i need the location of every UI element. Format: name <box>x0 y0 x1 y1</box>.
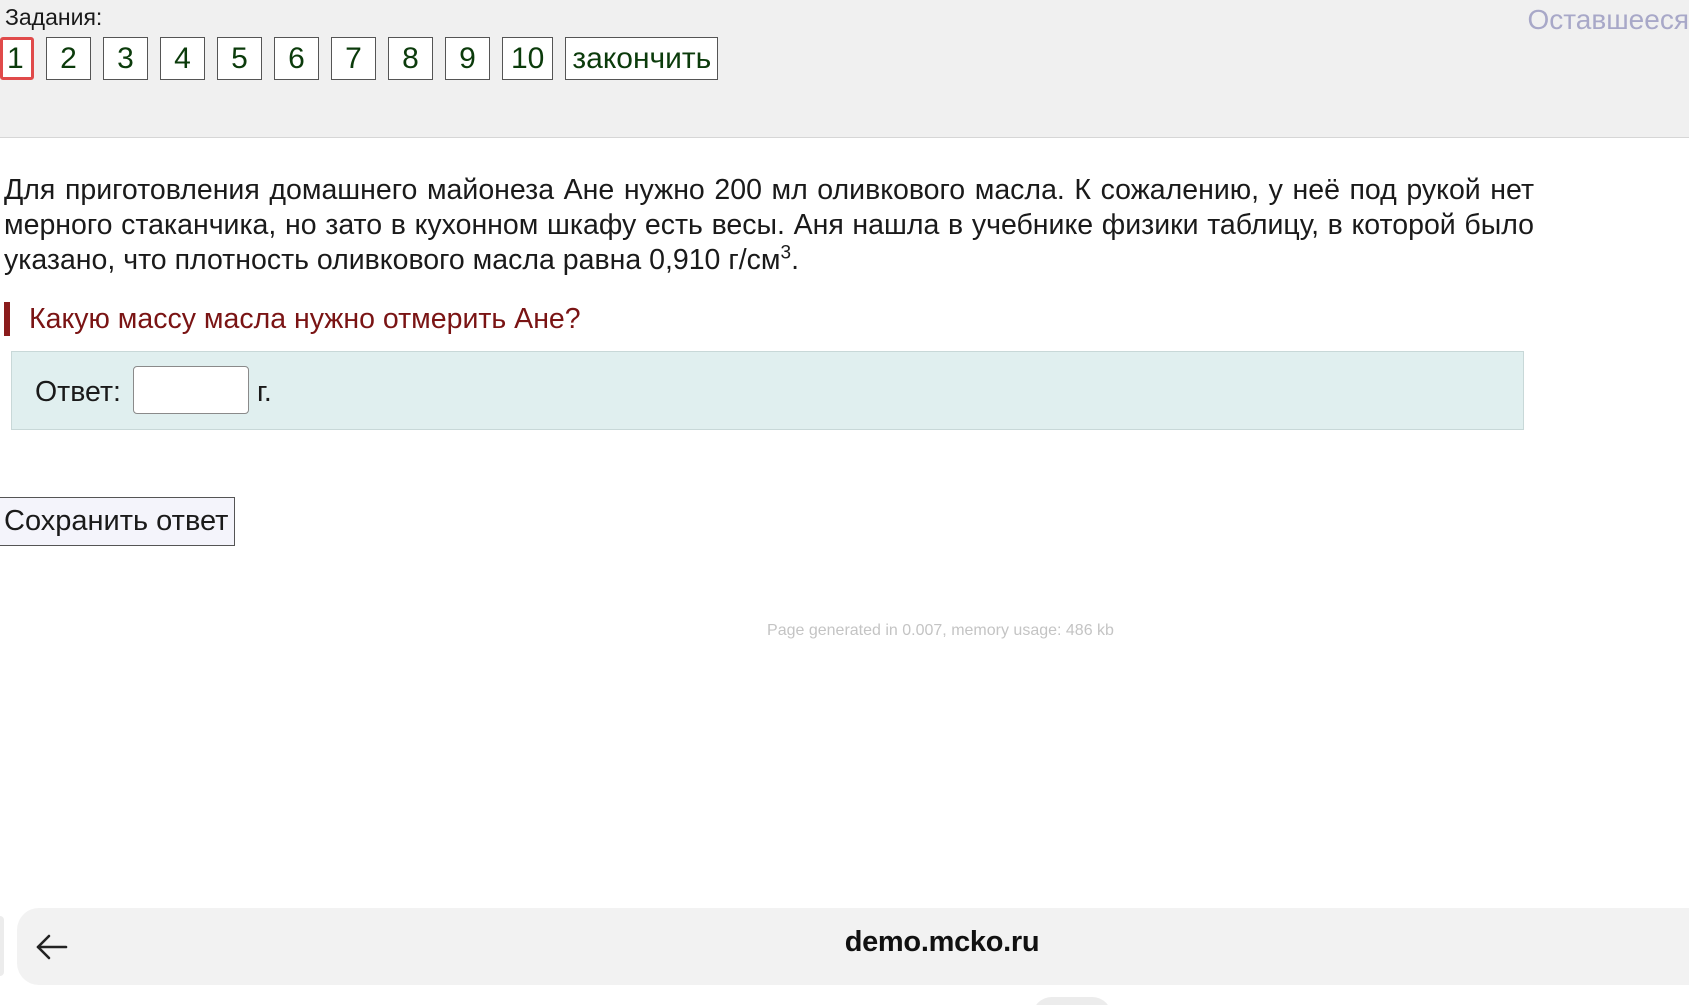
task-bar: Задания: Оставшееся 1 2 3 4 5 6 7 8 9 10… <box>0 0 1689 138</box>
page-generated-note: Page generated in 0.007, memory usage: 4… <box>767 622 1114 639</box>
task-navigation: 1 2 3 4 5 6 7 8 9 10 закончить <box>0 37 719 80</box>
remaining-time-label: Оставшееся <box>1527 4 1689 35</box>
question-prompt: Какую массу масла нужно отмерить Ане? <box>4 302 581 336</box>
task-button-1[interactable]: 1 <box>0 37 34 80</box>
task-button-3[interactable]: 3 <box>103 37 148 80</box>
question-superscript: 3 <box>780 242 792 264</box>
task-button-4[interactable]: 4 <box>160 37 205 80</box>
answer-unit: г. <box>257 376 272 408</box>
task-button-9[interactable]: 9 <box>445 37 490 80</box>
question-text: Для приготовления домашнего майонеза Ане… <box>4 173 1534 278</box>
task-button-6[interactable]: 6 <box>274 37 319 80</box>
answer-input[interactable] <box>133 366 249 414</box>
question-end: . <box>791 244 799 276</box>
tasks-label: Задания: <box>5 4 103 30</box>
answer-label: Ответ: <box>35 376 121 408</box>
task-button-5[interactable]: 5 <box>217 37 262 80</box>
answer-box: Ответ: г. <box>11 351 1524 430</box>
task-button-8[interactable]: 8 <box>388 37 433 80</box>
question-body: Для приготовления домашнего майонеза Ане… <box>4 174 1534 276</box>
finish-button[interactable]: закончить <box>565 37 719 80</box>
task-button-7[interactable]: 7 <box>331 37 376 80</box>
task-button-2[interactable]: 2 <box>46 37 91 80</box>
browser-url[interactable]: demo.mcko.ru <box>0 926 1689 959</box>
save-answer-button[interactable]: Сохранить ответ <box>0 497 236 546</box>
task-button-10[interactable]: 10 <box>502 37 554 80</box>
page: Задания: Оставшееся 1 2 3 4 5 6 7 8 9 10… <box>0 0 1689 1005</box>
home-indicator <box>1032 997 1112 1005</box>
